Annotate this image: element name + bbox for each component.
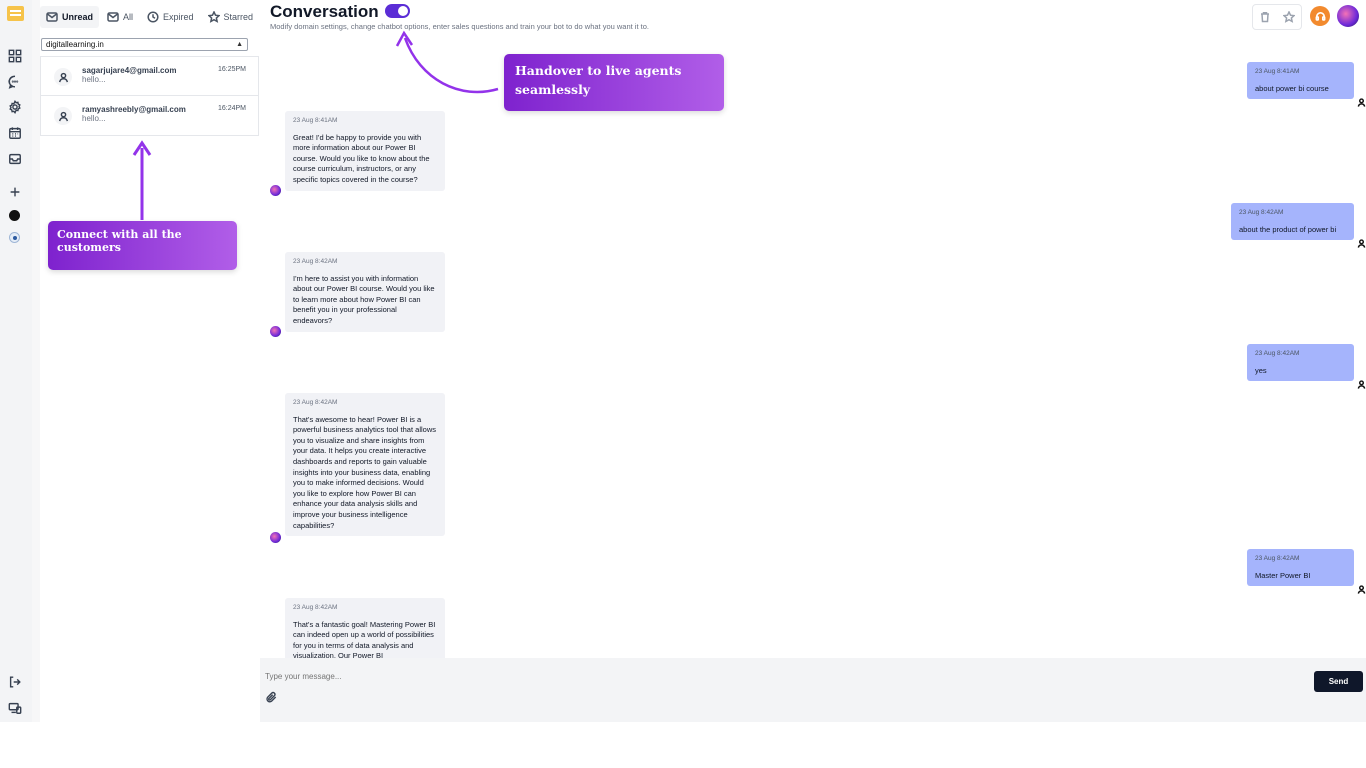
headset-icon[interactable] <box>1310 6 1330 26</box>
user-icon <box>1357 235 1366 248</box>
app-window: Unread All Expired Starred digitallearni… <box>0 0 1366 722</box>
conversation-time: 16:25PM <box>217 66 246 73</box>
trash-icon[interactable] <box>1259 11 1271 23</box>
filter-label: Starred <box>223 12 254 22</box>
message-thread: 23 Aug 8:41AM about power bi course 23 A… <box>260 40 1366 658</box>
conversation-time: 16:24PM <box>217 105 246 112</box>
filter-label: Expired <box>163 12 194 22</box>
user-icon <box>1357 94 1366 107</box>
conversation-email: ramyashreebly@gmail.com <box>82 105 186 114</box>
mail-icon <box>107 12 119 22</box>
star-icon[interactable] <box>1283 11 1295 23</box>
message-text: That's awesome to hear! Power BI is a po… <box>293 414 436 530</box>
bot-avatar <box>270 326 281 337</box>
message-timestamp: 23 Aug 8:42AM <box>1255 555 1300 562</box>
message-text: about power bi course <box>1255 83 1329 93</box>
message-text: yes <box>1255 365 1267 375</box>
user-icon <box>54 107 72 125</box>
bot-toggle[interactable] <box>385 4 410 18</box>
conversation-email: sagarjujare4@gmail.com <box>82 66 177 75</box>
bot-message: 23 Aug 8:42AM That's awesome to hear! Po… <box>285 393 445 537</box>
message-text: I'm here to assist you with information … <box>293 273 435 325</box>
conversation-main: Conversation Modify domain settings, cha… <box>260 0 1366 722</box>
filter-starred[interactable]: Starred <box>202 6 260 28</box>
select-caret-icon: ▲︎ <box>236 41 243 48</box>
user-message: 23 Aug 8:42AM about the product of power… <box>1231 203 1354 241</box>
conversation-actions <box>1252 4 1302 30</box>
user-icon <box>1357 376 1366 389</box>
message-text: That's a fantastic goal! Mastering Power… <box>293 619 436 658</box>
message-timestamp: 23 Aug 8:42AM <box>293 258 338 265</box>
bot-avatar <box>270 185 281 196</box>
message-timestamp: 23 Aug 8:42AM <box>1255 350 1300 357</box>
chat-icon[interactable] <box>7 74 23 90</box>
user-message: 23 Aug 8:42AM yes <box>1247 344 1354 382</box>
message-timestamp: 23 Aug 8:42AM <box>1239 209 1284 216</box>
page-subtitle: Modify domain settings, change chatbot o… <box>270 22 649 31</box>
clock-icon <box>147 11 159 23</box>
mail-icon <box>46 12 58 22</box>
left-rail <box>0 0 32 722</box>
bot-message: 23 Aug 8:42AM I'm here to assist you wit… <box>285 252 445 332</box>
settings-icon[interactable] <box>7 99 23 115</box>
conversation-item[interactable]: ramyashreebly@gmail.com hello... 16:24PM <box>41 96 258 135</box>
filter-label: All <box>123 12 134 22</box>
message-composer: Send <box>260 658 1366 722</box>
message-timestamp: 23 Aug 8:42AM <box>293 399 338 406</box>
message-text: Great! I'd be happy to provide you with … <box>293 132 430 184</box>
user-message: 23 Aug 8:42AM Master Power BI <box>1247 549 1354 587</box>
conversation-preview: hello... <box>82 75 106 84</box>
filter-unread[interactable]: Unread <box>40 6 100 28</box>
message-timestamp: 23 Aug 8:41AM <box>1255 68 1300 75</box>
conversation-list: sagarjujare4@gmail.com hello... 16:25PM … <box>40 56 259 136</box>
paperclip-icon[interactable] <box>265 691 279 705</box>
app-logo[interactable] <box>7 6 24 21</box>
user-icon <box>1357 581 1366 594</box>
profile-avatar[interactable] <box>1337 5 1359 27</box>
page-title: Conversation <box>270 2 379 21</box>
message-input[interactable] <box>265 670 1165 682</box>
calendar-icon[interactable] <box>7 125 23 141</box>
user-icon <box>54 68 72 86</box>
eye-icon[interactable] <box>9 232 20 243</box>
bot-avatar <box>270 532 281 543</box>
domain-select-value: digitallearning.in <box>46 40 104 49</box>
bot-message: 23 Aug 8:41AM Great! I'd be happy to pro… <box>285 111 445 191</box>
plus-icon[interactable] <box>7 184 23 200</box>
conversation-preview: hello... <box>82 114 106 123</box>
filter-tabs: Unread All Expired Starred <box>40 6 259 28</box>
message-text: about the product of power bi <box>1239 224 1337 234</box>
devices-icon[interactable] <box>7 700 23 716</box>
callout-connect: Connect with all the customers <box>48 221 237 270</box>
user-message: 23 Aug 8:41AM about power bi course <box>1247 62 1354 100</box>
message-timestamp: 23 Aug 8:41AM <box>293 117 338 124</box>
send-button[interactable]: Send <box>1314 671 1363 692</box>
workspace-badge-dl[interactable] <box>9 210 20 221</box>
message-text: Master Power BI <box>1255 570 1311 580</box>
conversation-item[interactable]: sagarjujare4@gmail.com hello... 16:25PM <box>41 57 258 96</box>
filter-label: Unread <box>62 12 94 22</box>
domain-select[interactable]: digitallearning.in ▲︎ <box>41 38 248 51</box>
message-timestamp: 23 Aug 8:42AM <box>293 604 338 611</box>
callout-handover: Handover to live agents seamlessly <box>504 54 724 111</box>
logout-icon[interactable] <box>7 674 23 690</box>
star-icon <box>207 11 220 23</box>
dashboard-icon[interactable] <box>7 48 23 64</box>
filter-all[interactable]: All <box>101 6 139 28</box>
conversation-list-panel: Unread All Expired Starred digitallearni… <box>32 0 259 722</box>
filter-expired[interactable]: Expired <box>141 6 200 28</box>
bot-message: 23 Aug 8:42AM That's a fantastic goal! M… <box>285 598 445 658</box>
inbox-icon[interactable] <box>7 151 23 167</box>
